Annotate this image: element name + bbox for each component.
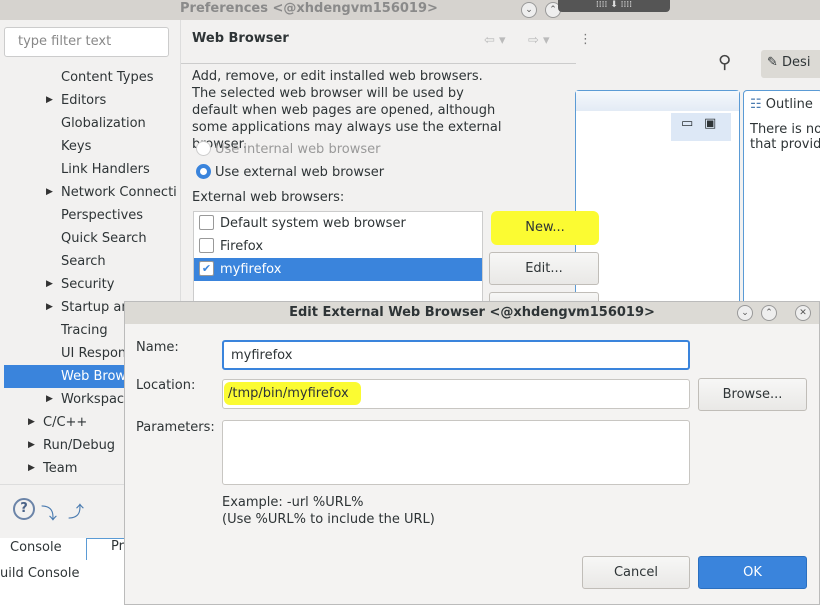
tree-item-label: Web Brows [61,369,133,384]
outline-icon: ☷ [750,97,762,112]
expand-arrow-icon[interactable]: ▶ [28,457,35,480]
tree-item-label: Tracing [61,323,108,338]
tree-item[interactable]: Search [0,250,180,273]
dialog-maximize-button[interactable]: ⌃ [761,305,777,321]
view-controls[interactable]: ▭ ▣ [671,113,731,141]
pencil-icon: ✎ [767,55,778,70]
tree-item-label: Keys [61,139,92,154]
export-icon[interactable]: ⤴ [68,498,90,521]
window-title: Preferences <@xhdengvm156019> [180,1,438,16]
expand-arrow-icon[interactable]: ▶ [46,273,53,296]
tree-item-label: Network Connecti [61,185,177,200]
expand-arrow-icon[interactable]: ▶ [46,89,53,112]
example-text: Example: -url %URL% [222,495,364,510]
help-icon[interactable]: ? [13,498,35,520]
search-icon[interactable]: ⚲ [718,52,731,73]
tree-item[interactable]: Globalization [0,112,180,135]
name-label: Name: [136,340,179,355]
tree-item-label: Quick Search [61,231,147,246]
ok-button[interactable]: OK [698,556,807,589]
tree-item-label: Run/Debug [43,438,116,453]
expand-arrow-icon[interactable]: ▶ [28,411,35,434]
outline-title: Outline [765,97,813,112]
tree-item-label: Search [61,254,106,269]
external-browsers-label: External web browsers: [192,190,345,205]
parameters-input[interactable] [222,420,690,485]
checkbox[interactable] [199,238,214,253]
browser-list-item[interactable]: Default system web browser [194,212,482,235]
browser-label: Firefox [220,239,264,254]
menu-icon[interactable]: ⋮ [579,32,592,47]
minimize-button[interactable]: ⌄ [521,2,537,18]
checkbox[interactable] [199,215,214,230]
tree-item-label: Team [43,461,78,476]
tree-item-label: Workspac [61,392,125,407]
import-icon[interactable]: ⤵ [41,500,63,523]
tree-item[interactable]: ▶ Security [0,273,180,296]
dialog-title: Edit External Web Browser <@xhdengvm1560… [125,302,819,324]
tree-item-label: Perspectives [61,208,144,223]
dialog-minimize-button[interactable]: ⌄ [737,305,753,321]
outline-text-2: that provid [750,137,820,152]
cancel-button[interactable]: Cancel [582,556,690,589]
tree-item[interactable]: Content Types [0,66,180,89]
tree-item-label: Security [61,277,115,292]
console-tab[interactable]: Console [10,540,62,555]
edit-button[interactable]: Edit... [489,252,599,285]
browser-label: Default system web browser [220,216,406,231]
tree-item[interactable]: Keys [0,135,180,158]
tree-item-label: Globalization [61,116,146,131]
edit-browser-dialog: Edit External Web Browser <@xhdengvm1560… [124,301,820,605]
tree-item[interactable]: Perspectives [0,204,180,227]
design-tab[interactable]: ✎ Desi [761,50,820,78]
browser-list: Default system web browser Firefox ✔ myfire… [193,211,483,306]
expand-arrow-icon[interactable]: ▶ [28,434,35,457]
location-input[interactable]: /tmp/bin/myfirefox [222,379,690,409]
browser-label: myfirefox [220,262,282,277]
page-description: Add, remove, or edit installed web brows… [192,69,483,84]
tree-item[interactable]: ▶ Network Connecti [0,181,180,204]
example-hint: (Use %URL% to include the URL) [222,512,435,527]
filter-input[interactable]: type filter text [4,27,169,57]
build-console-label: uild Console [0,566,80,581]
expand-arrow-icon[interactable]: ▶ [46,388,53,411]
browser-list-item[interactable]: Firefox [194,235,482,258]
location-label: Location: [136,378,196,393]
dialog-close-button[interactable]: ✕ [795,305,811,321]
tree-item-label: Link Handlers [61,162,150,177]
tree-item[interactable]: Quick Search [0,227,180,250]
browser-list-item[interactable]: ✔ myfirefox [194,258,482,281]
radio-external[interactable]: Use external web browser [196,164,384,180]
web-browser-page: Web Browser ⇦ ▾ ⇨ ▾ ⋮ Add, remove, or ed… [180,20,599,312]
expand-arrow-icon[interactable]: ▶ [46,296,53,319]
new-button[interactable]: New... [491,211,599,245]
checkbox[interactable]: ✔ [199,261,214,276]
parameters-label: Parameters: [136,420,215,435]
outline-text: There is no [750,122,820,137]
tree-item-label: Editors [61,93,107,108]
expand-arrow-icon[interactable]: ▶ [46,181,53,204]
tree-item[interactable]: Link Handlers [0,158,180,181]
tree-item[interactable]: ▶ Editors [0,89,180,112]
radio-internal[interactable]: Use internal web browser [196,141,380,157]
browse-button[interactable]: Browse... [698,378,807,411]
forward-icon[interactable]: ⇨ ▾ [528,33,550,48]
title-bar: Preferences <@xhdengvm156019> ⌄ ⌃ [0,0,820,20]
back-icon[interactable]: ⇦ ▾ [484,33,506,48]
tree-item-label: Content Types [61,70,154,85]
name-input[interactable]: myfirefox [222,340,690,370]
tree-item-label: C/C++ [43,415,88,430]
page-title: Web Browser [192,31,289,46]
tree-item-label: UI Respon [61,346,127,361]
screen-overlay-handle[interactable]: ⁞⁞⁞⁞ ⬇ ⁞⁞⁞⁞ [558,0,670,12]
problems-tab[interactable]: Pr [86,538,126,560]
